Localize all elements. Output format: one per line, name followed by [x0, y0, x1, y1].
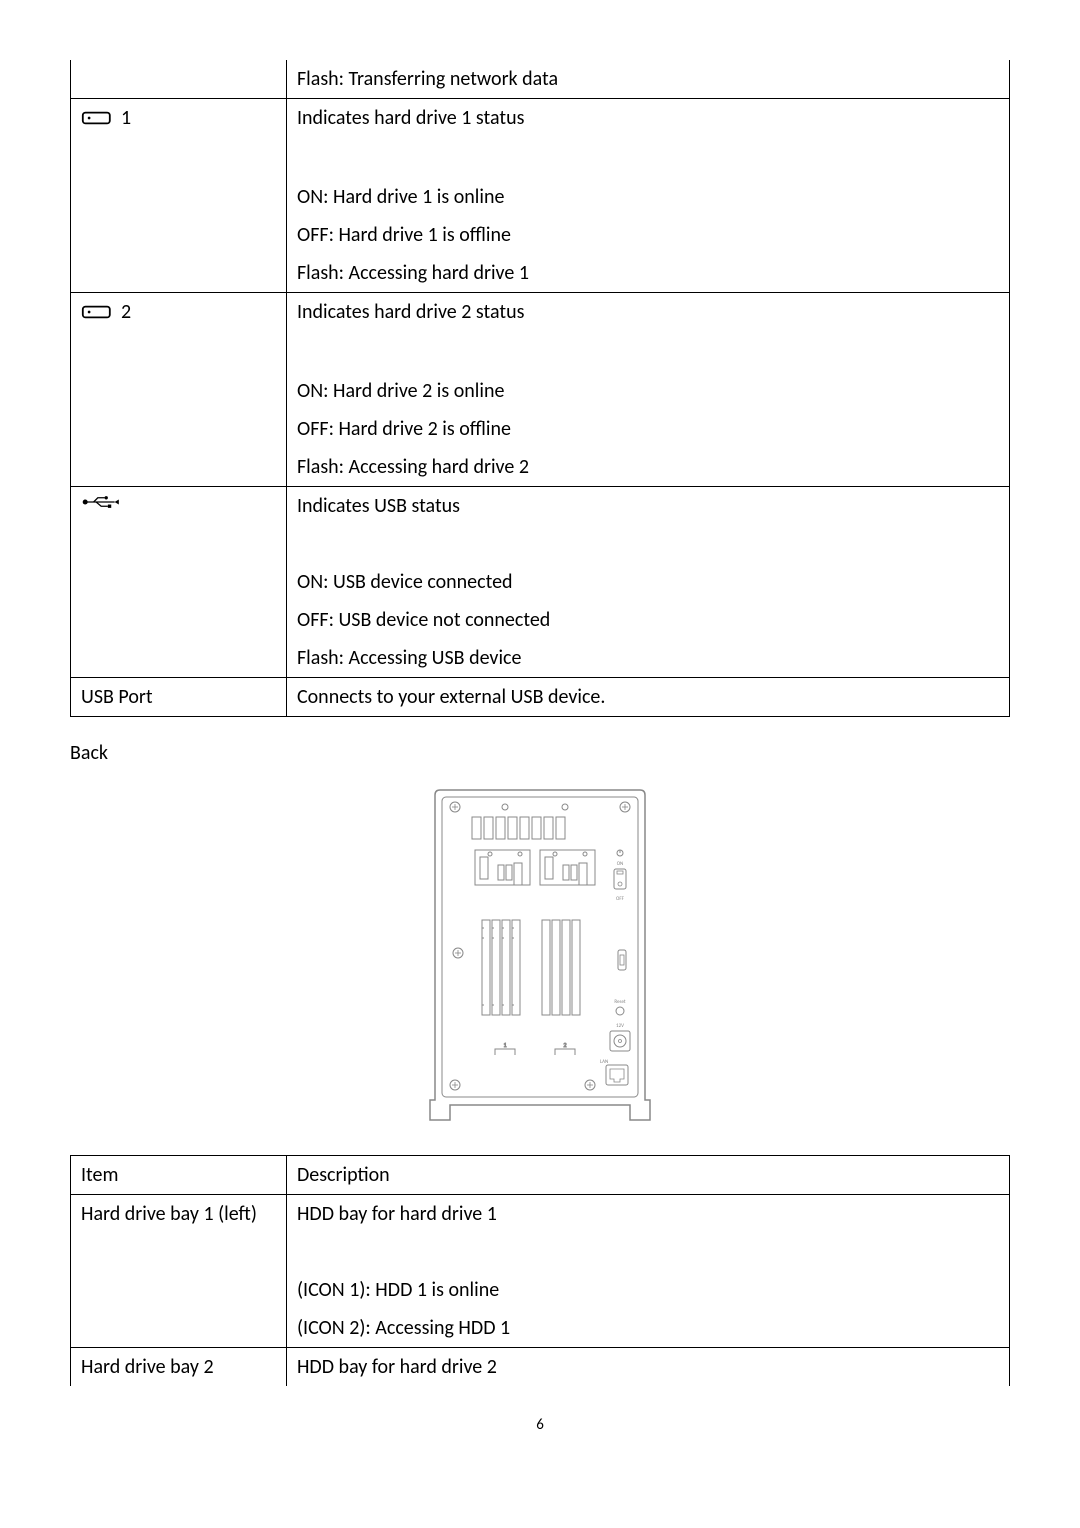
table2-header-desc: Description	[286, 1156, 1009, 1195]
back-heading: Back	[70, 741, 1010, 765]
table2-item: Hard drive bay 1 (left)	[71, 1195, 287, 1234]
svg-text:LAN: LAN	[600, 1059, 608, 1065]
back-panel-diagram: ON OFF Reset 12V	[70, 785, 1010, 1125]
svg-text:ON: ON	[617, 861, 624, 867]
desc-cell: Indicates hard drive 2 status	[286, 293, 1009, 335]
desc-cell: Flash: Accessing hard drive 2	[286, 448, 1009, 487]
table2-desc: HDD bay for hard drive 2	[286, 1348, 1009, 1387]
back-panel-table: Item Description Hard drive bay 1 (left)…	[70, 1155, 1010, 1386]
page-number: 6	[70, 1416, 1010, 1434]
desc-cell: OFF: Hard drive 2 is offline	[286, 410, 1009, 448]
svg-text:1: 1	[503, 1041, 506, 1049]
hdd2-icon-cell: 2	[71, 293, 287, 335]
desc-cell: Indicates USB status	[286, 487, 1009, 526]
svg-text:OFF: OFF	[616, 896, 625, 902]
table2-item: Hard drive bay 2	[71, 1348, 287, 1387]
desc-cell: Flash: Accessing hard drive 1	[286, 254, 1009, 293]
svg-text:2: 2	[563, 1041, 566, 1049]
hdd1-number: 1	[121, 103, 131, 133]
table2-desc: HDD bay for hard drive 1	[286, 1195, 1009, 1234]
desc-cell: OFF: USB device not connected	[286, 601, 1009, 639]
desc-cell: Flash: Accessing USB device	[286, 639, 1009, 678]
usb-port-label: USB Port	[71, 678, 287, 717]
usb-icon-cell	[71, 487, 287, 526]
desc-cell: Flash: Transferring network data	[286, 60, 1009, 99]
table2-header-item: Item	[71, 1156, 287, 1195]
desc-cell: Indicates hard drive 1 status	[286, 99, 1009, 141]
desc-cell: ON: USB device connected	[286, 563, 1009, 601]
table2-desc: (ICON 2): Accessing HDD 1	[286, 1309, 1009, 1348]
hdd2-number: 2	[121, 297, 131, 327]
usb-icon	[81, 492, 123, 512]
desc-cell: OFF: Hard drive 1 is offline	[286, 216, 1009, 254]
table2-desc: (ICON 1): HDD 1 is online	[286, 1271, 1009, 1309]
indicator-table-1: Flash: Transferring network data 1 Indic…	[70, 60, 1010, 717]
svg-text:12V: 12V	[616, 1023, 624, 1029]
icon-cell	[71, 60, 287, 99]
hdd1-icon: 1	[81, 103, 131, 133]
desc-cell: ON: Hard drive 2 is online	[286, 372, 1009, 410]
hdd2-icon: 2	[81, 297, 131, 327]
hdd1-icon-cell: 1	[71, 99, 287, 141]
desc-cell: Connects to your external USB device.	[286, 678, 1009, 717]
svg-text:Reset: Reset	[614, 999, 626, 1005]
desc-cell: ON: Hard drive 1 is online	[286, 178, 1009, 216]
